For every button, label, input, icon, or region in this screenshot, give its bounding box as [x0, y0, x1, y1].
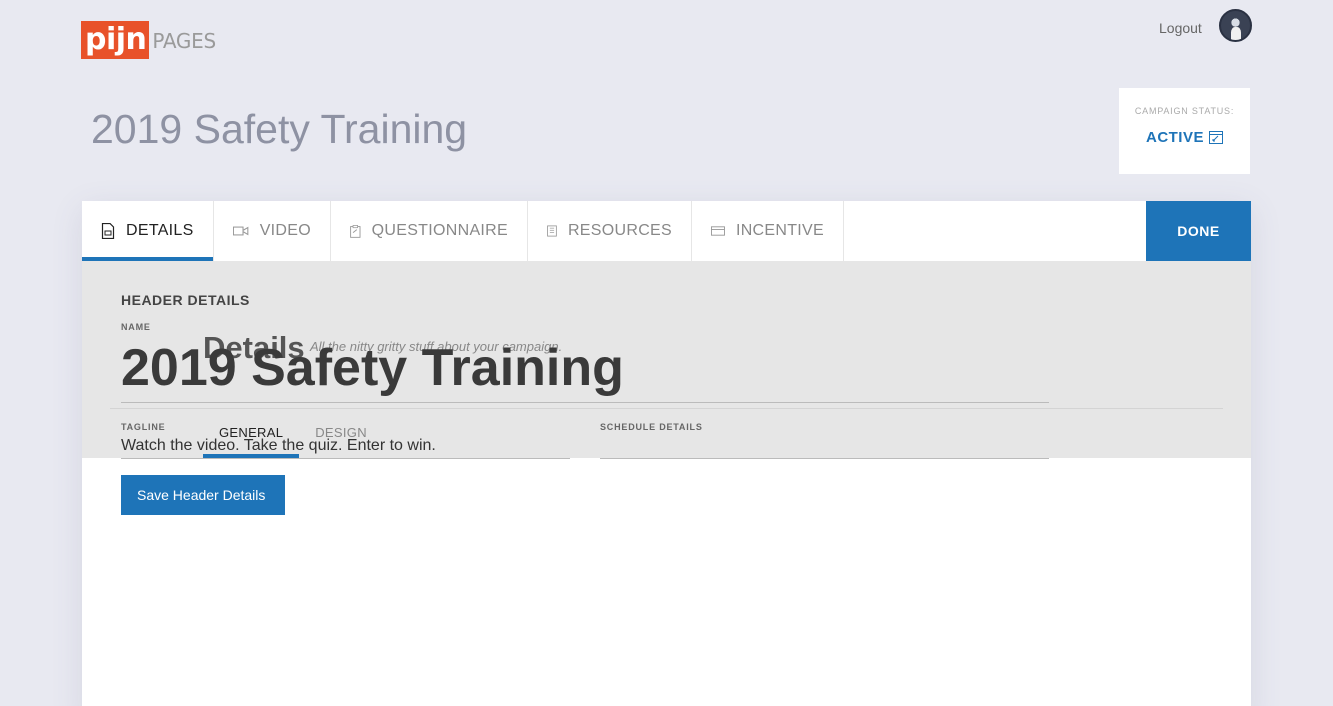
tagline-input[interactable]: [121, 435, 570, 459]
schedule-input[interactable]: [600, 435, 1049, 459]
done-button[interactable]: DONE: [1146, 201, 1251, 261]
avatar[interactable]: [1219, 9, 1252, 42]
document-icon: [101, 223, 115, 239]
tagline-label: TAGLINE: [121, 422, 166, 432]
logout-link[interactable]: Logout: [1159, 20, 1202, 36]
tab-details[interactable]: DETAILS: [82, 201, 214, 261]
tab-label: QUESTIONNAIRE: [371, 222, 508, 239]
tab-label: INCENTIVE: [735, 222, 824, 239]
tab-video[interactable]: VIDEO: [214, 201, 331, 261]
book-icon: [547, 225, 557, 237]
tab-label: VIDEO: [259, 222, 311, 239]
form-row: TAGLINE SCHEDULE DETAILS: [121, 422, 1049, 459]
edit-icon: [1209, 131, 1223, 144]
campaign-status-value: ACTIVE: [1145, 129, 1204, 146]
save-header-button[interactable]: Save Header Details: [121, 475, 285, 515]
tagline-field: TAGLINE: [121, 422, 570, 459]
page-title: 2019 Safety Training: [91, 106, 468, 152]
logo[interactable]: pijn PAGES: [81, 21, 216, 59]
schedule-field: SCHEDULE DETAILS: [600, 422, 1049, 459]
header-details-form: HEADER DETAILS NAME TAGLINE SCHEDULE DET…: [121, 292, 1049, 515]
tab-questionnaire[interactable]: QUESTIONNAIRE: [331, 201, 528, 261]
logo-suffix: PAGES: [152, 29, 216, 53]
tab-label: DETAILS: [126, 222, 194, 239]
main-tabbar: DETAILS VIDEO QUESTIONNAIRE RESOURCES IN…: [82, 201, 1251, 261]
name-label: NAME: [121, 322, 151, 332]
tab-resources[interactable]: RESOURCES: [528, 201, 692, 261]
form-heading: HEADER DETAILS: [121, 292, 250, 308]
campaign-status-toggle[interactable]: ACTIVE: [1146, 129, 1223, 146]
campaign-status-label: CAMPAIGN STATUS:: [1134, 106, 1235, 116]
campaign-status-card: CAMPAIGN STATUS: ACTIVE: [1119, 88, 1250, 174]
name-input[interactable]: [121, 332, 1049, 403]
clipboard-icon: [350, 224, 361, 238]
card-icon: [711, 226, 725, 236]
tab-label: RESOURCES: [567, 222, 672, 239]
logo-mark: pijn: [81, 21, 150, 59]
video-camera-icon: [233, 226, 249, 236]
schedule-label: SCHEDULE DETAILS: [600, 422, 703, 432]
tab-incentive[interactable]: INCENTIVE: [692, 201, 844, 261]
